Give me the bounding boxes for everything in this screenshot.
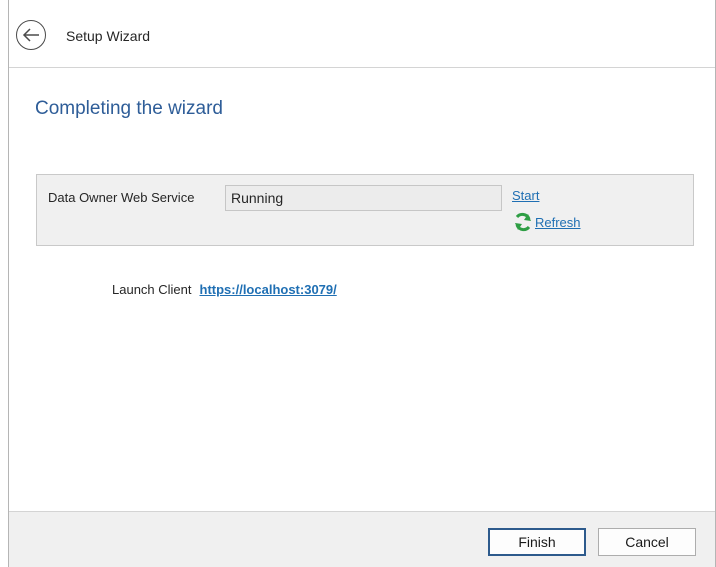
refresh-link-group[interactable]: Refresh: [512, 211, 581, 233]
finish-button[interactable]: Finish: [488, 528, 586, 556]
footer-bar: Finish Cancel: [9, 511, 715, 567]
setup-wizard-window: Setup Wizard Completing the wizard Data …: [8, 0, 716, 567]
back-arrow-icon: [22, 28, 39, 42]
page-title: Completing the wizard: [35, 98, 223, 119]
back-button[interactable]: [16, 20, 46, 50]
refresh-icon[interactable]: [512, 211, 534, 233]
service-name-label: Data Owner Web Service: [48, 190, 195, 205]
window-title: Setup Wizard: [66, 28, 151, 44]
title-bar: Setup Wizard: [9, 0, 715, 68]
launch-client-label: Launch Client: [112, 282, 192, 297]
launch-client-row: Launch Client https://localhost:3079/: [112, 282, 337, 297]
refresh-link[interactable]: Refresh: [535, 215, 581, 230]
service-status-field[interactable]: Running: [225, 185, 502, 211]
start-link[interactable]: Start: [512, 188, 539, 203]
service-panel: Data Owner Web Service Running Start Ref…: [36, 174, 694, 246]
launch-client-link[interactable]: https://localhost:3079/: [200, 282, 337, 297]
cancel-button[interactable]: Cancel: [598, 528, 696, 556]
